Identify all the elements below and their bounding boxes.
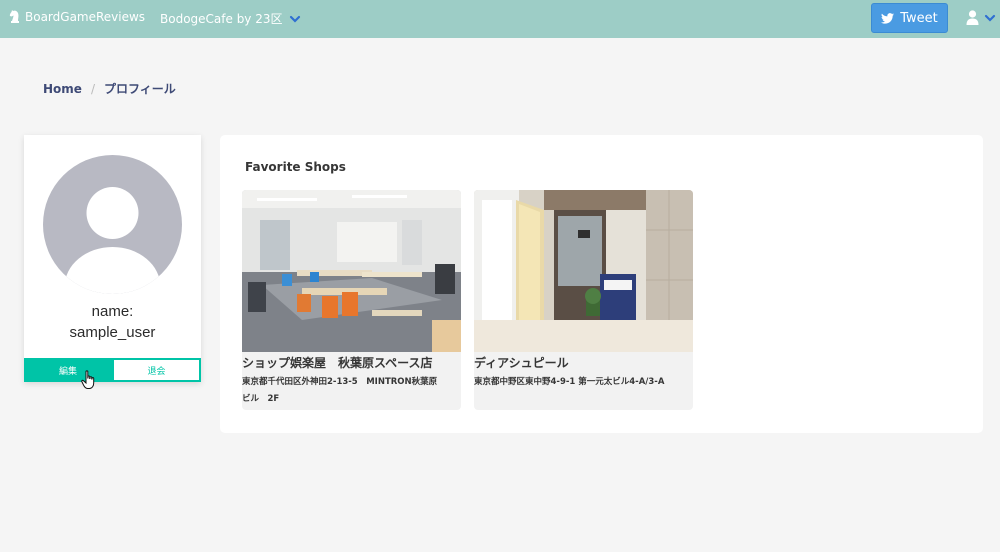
top-navbar: BoardGameReviews BodogeCafe by 23区 Tweet — [0, 0, 1000, 38]
shop-address-line: ビル 2F — [242, 394, 280, 404]
profile-name: name: sample_user — [24, 301, 201, 343]
nav-dropdown-bodogecafe[interactable]: BodogeCafe by 23区 — [160, 10, 301, 27]
breadcrumb: Home / プロフィール — [43, 80, 176, 97]
shop-card[interactable]: ショップ娯楽屋 秋葉原スペース店 東京都千代田区外神田2-13-5 MINTRO… — [242, 190, 461, 410]
user-icon — [966, 10, 979, 25]
shop-card[interactable]: ディアシュピール 東京都中野区東中野4-9-1 第一元太ビル4-A/3-A — [474, 190, 693, 410]
brand-link[interactable]: BoardGameReviews — [9, 10, 145, 24]
profile-username: sample_user — [69, 324, 156, 341]
breadcrumb-separator: / — [90, 81, 95, 96]
profile-name-label: name: — [91, 303, 134, 320]
chevron-down-icon — [984, 14, 996, 22]
leave-button[interactable]: 退会 — [112, 358, 201, 382]
shop-address: 東京都中野区東中野4-9-1 第一元太ビル4-A/3-A — [474, 374, 693, 391]
profile-actions: 編集 退会 — [24, 358, 201, 382]
shop-address-line: 東京都中野区東中野4-9-1 第一元太ビル4-A/3-A — [474, 377, 665, 387]
profile-card: name: sample_user 編集 退会 — [24, 135, 201, 382]
tweet-button[interactable]: Tweet — [871, 3, 948, 33]
tweet-label: Tweet — [900, 10, 938, 26]
chevron-down-icon — [289, 15, 300, 23]
shop-name: ショップ娯楽屋 秋葉原スペース店 — [242, 356, 433, 370]
twitter-bird-icon — [881, 12, 895, 24]
shop-address: 東京都千代田区外神田2-13-5 MINTRON秋葉原 ビル 2F — [242, 374, 461, 408]
cafe-entrance-photo — [474, 190, 693, 352]
hand-cursor-icon — [81, 370, 95, 389]
favorite-shops-panel: Favorite Shops ショップ娯楽屋 秋葉原スペース店 東京都千代田区外… — [220, 135, 983, 433]
nav-dropdown-label: BodogeCafe by 23区 — [160, 12, 283, 26]
brand-name: BoardGameReviews — [25, 10, 146, 24]
breadcrumb-current: プロフィール — [103, 82, 176, 96]
user-menu[interactable] — [966, 10, 996, 25]
shop-name: ディアシュピール — [474, 356, 569, 370]
default-avatar-icon — [43, 155, 182, 294]
cafe-room-photo — [242, 190, 461, 352]
breadcrumb-home-link[interactable]: Home — [43, 82, 82, 96]
shop-address-line: 東京都千代田区外神田2-13-5 MINTRON秋葉原 — [242, 377, 438, 387]
edit-button[interactable]: 編集 — [24, 358, 112, 382]
favorite-shops-title: Favorite Shops — [245, 160, 346, 174]
chess-knight-icon — [9, 10, 19, 23]
